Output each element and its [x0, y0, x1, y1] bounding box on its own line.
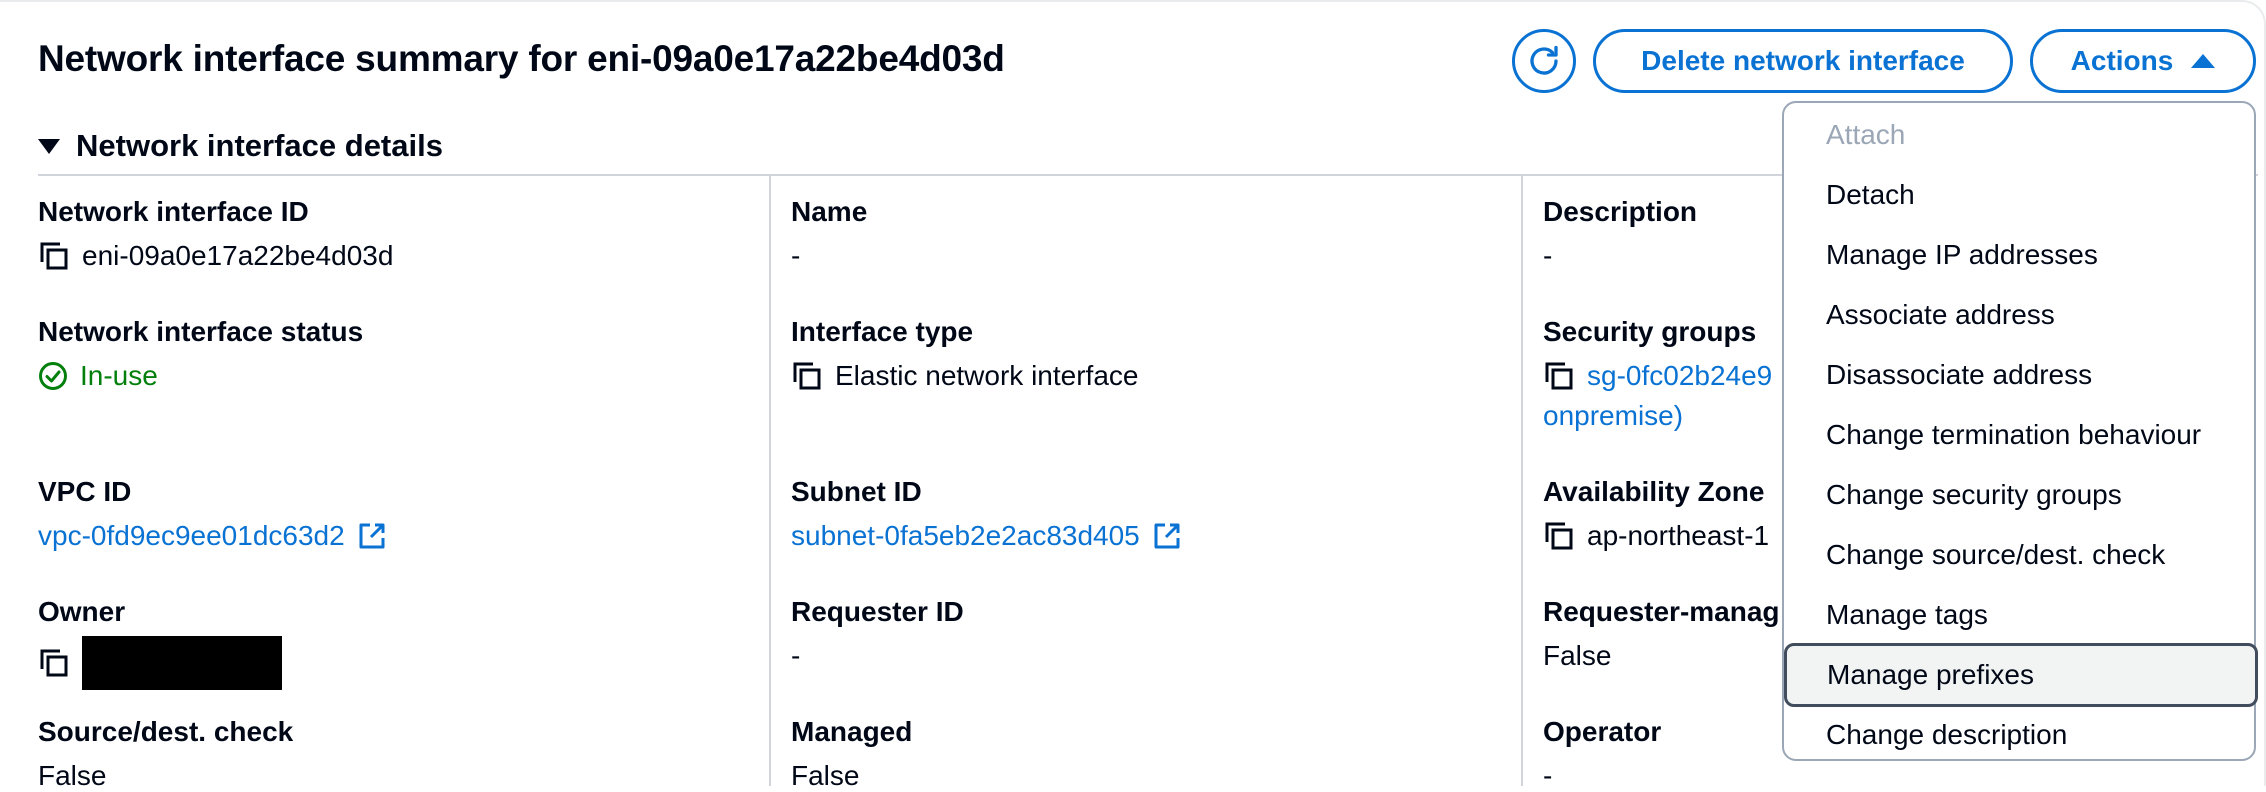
field-managed: Managed False [791, 716, 912, 792]
field-label: Network interface ID [38, 196, 309, 227]
field-interface-type: Interface type Elastic network interface [791, 316, 1138, 392]
menu-item-change-source-dest-check[interactable]: Change source/dest. check [1784, 525, 2254, 585]
refresh-button[interactable] [1512, 29, 1576, 93]
menu-item-change-description[interactable]: Change description [1784, 705, 2254, 765]
external-link-icon[interactable] [357, 521, 387, 551]
actions-dropdown-menu: Attach Detach Manage IP addresses Associ… [1782, 101, 2258, 761]
field-value: False [791, 760, 860, 791]
copy-icon[interactable] [38, 240, 70, 272]
copy-icon[interactable] [1543, 520, 1575, 552]
field-label: Description [1543, 196, 1698, 227]
menu-item-disassociate-address[interactable]: Disassociate address [1784, 345, 2254, 405]
field-value: eni-09a0e17a22be4d03d [82, 240, 394, 271]
field-subnet-id: Subnet ID subnet-0fa5eb2e2ac83d405 [791, 476, 1182, 552]
field-owner: Owner [38, 596, 282, 690]
field-network-interface-id: Network interface ID eni-09a0e17a22be4d0… [38, 196, 393, 272]
field-requester-managed: Requester-manag False [1543, 596, 1780, 672]
field-value: - [1543, 240, 1553, 271]
copy-icon[interactable] [791, 360, 823, 392]
field-label: Name [791, 196, 868, 227]
caret-up-icon [2191, 54, 2216, 68]
menu-item-manage-ip-addresses[interactable]: Manage IP addresses [1784, 225, 2254, 285]
field-value: - [791, 240, 801, 271]
menu-item-manage-prefixes[interactable]: Manage prefixes [1784, 643, 2258, 707]
menu-item-detach[interactable]: Detach [1784, 165, 2254, 225]
field-operator: Operator - [1543, 716, 1661, 792]
field-name: Name - [791, 196, 867, 272]
field-requester-id: Requester ID - [791, 596, 964, 672]
field-vpc-id: VPC ID vpc-0fd9ec9ee01dc63d2 [38, 476, 387, 552]
menu-item-associate-address[interactable]: Associate address [1784, 285, 2254, 345]
field-source-dest-check: Source/dest. check False [38, 716, 293, 792]
field-security-groups: Security groups sg-0fc02b24e9 onpremise) [1543, 316, 1772, 432]
column-divider [769, 176, 771, 786]
copy-icon[interactable] [1543, 360, 1575, 392]
field-label: Owner [38, 596, 126, 627]
security-group-link[interactable]: sg-0fc02b24e9 [1587, 360, 1772, 392]
field-label: Operator [1543, 716, 1662, 747]
redacted-owner-id [82, 636, 282, 690]
network-interface-details-toggle[interactable]: Network interface details [38, 128, 443, 164]
menu-item-change-security-groups[interactable]: Change security groups [1784, 465, 2254, 525]
actions-button[interactable]: Actions [2030, 29, 2256, 93]
actions-button-label: Actions [2070, 45, 2174, 76]
field-label: VPC ID [38, 476, 132, 507]
delete-network-interface-button[interactable]: Delete network interface [1593, 29, 2013, 93]
check-circle-icon [39, 362, 67, 390]
field-label: Managed [791, 716, 913, 747]
field-value: - [791, 640, 801, 671]
security-group-link-continued[interactable]: onpremise) [1543, 400, 1772, 432]
field-value: Elastic network interface [835, 360, 1139, 391]
field-value: - [1543, 760, 1553, 791]
field-label: Requester-manag [1543, 596, 1780, 627]
field-description: Description - [1543, 196, 1697, 272]
menu-item-manage-tags[interactable]: Manage tags [1784, 585, 2254, 645]
menu-item-attach: Attach [1826, 119, 1906, 150]
field-label: Interface type [791, 316, 974, 347]
section-title: Network interface details [76, 128, 443, 163]
subnet-id-link[interactable]: subnet-0fa5eb2e2ac83d405 [791, 520, 1140, 552]
copy-icon[interactable] [38, 647, 70, 679]
column-divider [1521, 176, 1523, 786]
vpc-id-link[interactable]: vpc-0fd9ec9ee01dc63d2 [38, 520, 345, 552]
field-label: Source/dest. check [38, 716, 294, 747]
field-label: Availability Zone [1543, 476, 1765, 507]
external-link-icon[interactable] [1152, 521, 1182, 551]
field-availability-zone: Availability Zone ap-northeast-1 [1543, 476, 1769, 552]
field-network-interface-status: Network interface status In-use [38, 316, 363, 392]
status-value: In-use [80, 360, 158, 391]
field-value: False [38, 760, 107, 791]
delete-button-label: Delete network interface [1641, 45, 1965, 76]
field-label: Security groups [1543, 316, 1757, 347]
page-title: Network interface summary for eni-09a0e1… [38, 38, 1005, 79]
field-value: ap-northeast-1 [1587, 520, 1770, 551]
refresh-icon [1530, 45, 1558, 75]
field-label: Requester ID [791, 596, 964, 627]
field-label: Network interface status [38, 316, 364, 347]
field-label: Subnet ID [791, 476, 922, 507]
caret-down-icon [38, 138, 60, 154]
field-value: False [1543, 640, 1612, 671]
menu-item-change-termination-behaviour[interactable]: Change termination behaviour [1784, 405, 2254, 465]
